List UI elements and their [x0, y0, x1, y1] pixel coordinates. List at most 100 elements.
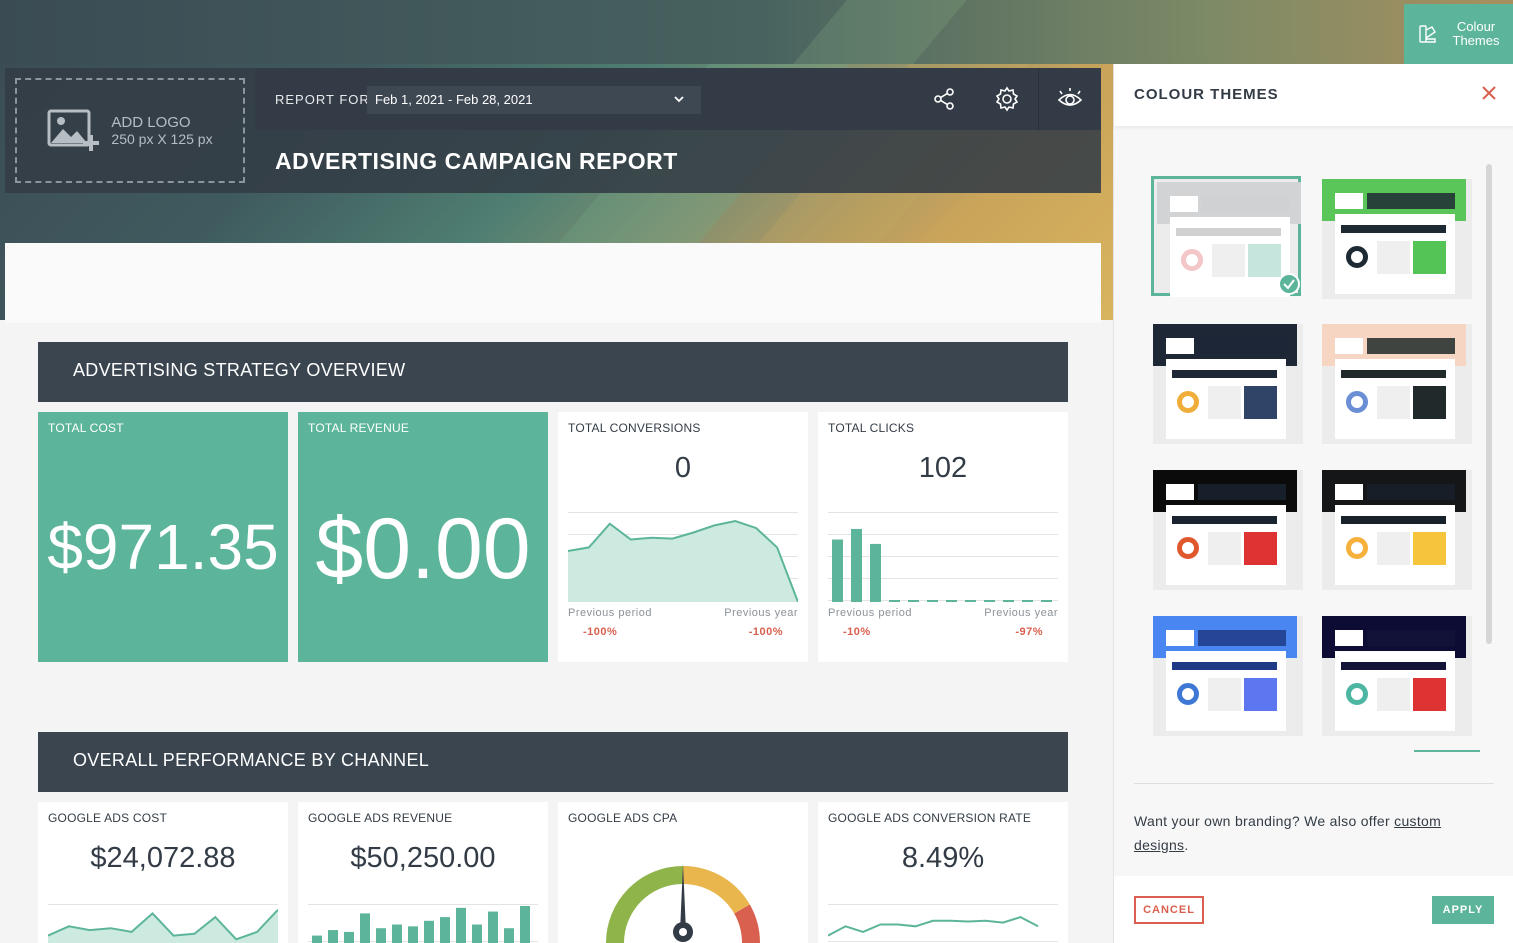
theme-logo-box — [1166, 338, 1194, 354]
bar — [984, 600, 995, 602]
cancel-button[interactable]: CANCEL — [1134, 896, 1204, 924]
gauge-segment-bad — [734, 904, 761, 943]
theme-option-black-red[interactable] — [1153, 470, 1303, 590]
total-revenue-card[interactable]: TOTAL REVENUE $0.00 — [298, 412, 548, 662]
bar — [1022, 600, 1033, 602]
bar — [472, 924, 482, 943]
google-ads-revenue-chart — [308, 904, 538, 943]
theme-section-bar — [1172, 662, 1277, 670]
topbar-stripe — [793, 0, 967, 64]
theme-section-bar — [1341, 662, 1446, 670]
google-ads-cost-card[interactable]: GOOGLE ADS COST $24,072.88 — [38, 802, 288, 943]
google-ads-conversion-rate-value: 8.49% — [901, 842, 985, 874]
previous-period-label: Previous period — [828, 607, 912, 619]
theme-filler — [1208, 678, 1241, 711]
theme-option-midnight[interactable] — [1322, 616, 1472, 736]
theme-accent — [1413, 241, 1446, 274]
bar — [504, 928, 514, 943]
theme-accent — [1413, 532, 1446, 565]
report-content-top — [5, 243, 1101, 323]
theme-option-default[interactable] — [1151, 176, 1301, 297]
theme-filler — [1212, 244, 1245, 277]
check-icon — [1278, 273, 1300, 295]
theme-section-bar — [1172, 370, 1277, 378]
theme-header-bar — [1198, 338, 1286, 354]
image-add-icon — [47, 109, 100, 151]
palette-icon — [1419, 25, 1436, 43]
bar — [312, 935, 322, 943]
theme-logo-box — [1335, 484, 1363, 500]
bar — [456, 907, 466, 943]
theme-header-bar — [1202, 196, 1290, 212]
theme-option-black-yellow[interactable] — [1322, 470, 1472, 590]
theme-section-bar — [1172, 516, 1277, 524]
theme-header-bar — [1198, 484, 1286, 500]
colour-themes-button[interactable]: Colour Themes — [1404, 4, 1513, 64]
date-range-value: Feb 1, 2021 - Feb 28, 2021 — [375, 92, 533, 107]
section-header-channel: OVERALL PERFORMANCE BY CHANNEL — [38, 732, 1068, 792]
theme-accent — [1244, 532, 1277, 565]
series-line — [828, 916, 1039, 937]
scroll-more-indicator — [1414, 750, 1480, 752]
report-for-label: REPORT FOR — [275, 92, 370, 107]
theme-header-bar — [1367, 338, 1455, 354]
series-area — [48, 909, 278, 943]
colour-themes-panel: COLOUR THEMES Want your own branding? We… — [1113, 64, 1513, 943]
theme-option-blue[interactable] — [1153, 616, 1303, 736]
google-ads-revenue-value: $50,250.00 — [350, 842, 496, 874]
header-main: REPORT FOR Feb 1, 2021 - Feb 28, 2021 AD… — [255, 68, 1101, 193]
theme-header-bar — [1367, 630, 1455, 646]
total-clicks-card[interactable]: TOTAL CLICKS 102 Previous period Previou… — [818, 412, 1068, 662]
theme-logo-box — [1335, 630, 1363, 646]
theme-accent — [1413, 678, 1446, 711]
bar — [328, 930, 338, 943]
close-icon[interactable] — [1478, 82, 1500, 104]
google-ads-conversion-rate-chart — [828, 904, 1058, 942]
apply-button[interactable]: APPLY — [1432, 896, 1494, 924]
total-conversions-card[interactable]: TOTAL CONVERSIONS 0 Previous period Prev… — [558, 412, 808, 662]
theme-option-peach[interactable] — [1322, 324, 1472, 444]
total-conversions-value: 0 — [674, 452, 692, 484]
theme-donut — [1346, 683, 1368, 705]
logo-size-hint: 250 px X 125 px — [111, 130, 213, 147]
report-title: ADVERTISING CAMPAIGN REPORT — [275, 148, 678, 174]
theme-header-bar — [1367, 193, 1455, 209]
theme-option-navy[interactable] — [1153, 324, 1303, 444]
theme-logo-box — [1170, 196, 1198, 212]
report-header: ADD LOGO 250 px X 125 px REPORT FOR Feb … — [5, 68, 1101, 193]
total-cost-card[interactable]: TOTAL COST $971.35 — [38, 412, 288, 662]
add-logo-dropzone[interactable]: ADD LOGO 250 px X 125 px — [15, 78, 245, 183]
google-ads-revenue-card[interactable]: GOOGLE ADS REVENUE $50,250.00 — [298, 802, 548, 943]
google-ads-cpa-card[interactable]: GOOGLE ADS CPA — [558, 802, 808, 943]
scrollbar[interactable] — [1486, 164, 1492, 644]
theme-logo-box — [1166, 630, 1194, 646]
theme-option-green[interactable] — [1322, 179, 1472, 299]
date-range-select[interactable]: Feb 1, 2021 - Feb 28, 2021 — [367, 86, 701, 114]
bar — [965, 600, 976, 602]
preview-cell — [1038, 68, 1101, 130]
google-ads-conversion-rate-card[interactable]: GOOGLE ADS CONVERSION RATE 8.49% — [818, 802, 1068, 943]
total-cost-value: $971.35 — [47, 511, 279, 583]
theme-section-bar — [1341, 370, 1446, 378]
theme-donut — [1177, 537, 1199, 559]
share-icon[interactable] — [931, 86, 957, 112]
card-title: GOOGLE ADS CONVERSION RATE — [828, 811, 1032, 825]
eye-icon[interactable] — [1057, 86, 1083, 112]
bar — [424, 920, 434, 943]
bar — [488, 911, 498, 943]
card-title: TOTAL CONVERSIONS — [568, 421, 701, 435]
divider — [1134, 783, 1494, 784]
card-title: GOOGLE ADS CPA — [568, 811, 678, 825]
bar — [408, 926, 418, 943]
header-toolbar: REPORT FOR Feb 1, 2021 - Feb 28, 2021 — [255, 68, 1101, 130]
bar — [1041, 600, 1052, 602]
previous-period-label: Previous period — [568, 607, 652, 619]
theme-donut — [1177, 683, 1199, 705]
previous-period-change: -10% — [843, 626, 871, 638]
theme-logo-box — [1166, 484, 1194, 500]
previous-year-label: Previous year — [724, 607, 798, 619]
top-bar — [0, 0, 1513, 64]
cpa-gauge — [606, 864, 761, 943]
gear-icon[interactable] — [994, 86, 1020, 112]
bar — [440, 917, 450, 943]
